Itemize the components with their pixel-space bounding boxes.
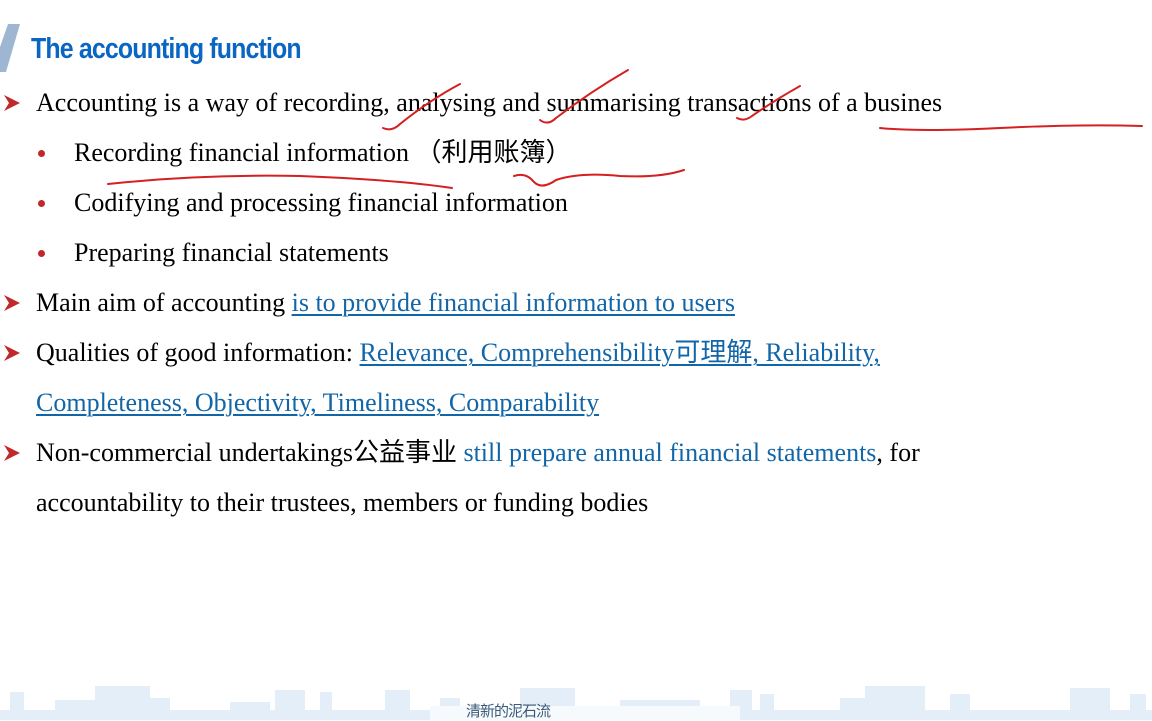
footer-watermark: 清新的泥石流 bbox=[466, 702, 551, 720]
qualities-link-continued[interactable]: Completeness, Objectivity, Timeliness, C… bbox=[36, 388, 599, 417]
bullet-text: , for bbox=[876, 438, 920, 467]
bullet-text: Main aim of accounting bbox=[36, 288, 292, 317]
bullet-accounting-definition: Accounting is a way of recording, analys… bbox=[36, 88, 942, 118]
bullet-text: Accounting is a way of recording, analys… bbox=[36, 88, 943, 117]
underline-annotation bbox=[513, 169, 685, 187]
slide-title: The accounting function bbox=[31, 33, 302, 65]
arrow-bullet-icon bbox=[4, 445, 20, 461]
bullet-qualities: Qualities of good information: Relevance… bbox=[36, 338, 880, 368]
bullet-non-commercial-continuation: accountability to their trustees, member… bbox=[36, 488, 648, 518]
arrow-bullet-icon bbox=[4, 345, 20, 361]
bullet-text: Recording financial information （利用账簿） bbox=[74, 138, 572, 167]
bullet-qualities-continuation: Completeness, Objectivity, Timeliness, C… bbox=[36, 388, 599, 418]
arrow-bullet-icon bbox=[4, 295, 20, 311]
main-aim-link[interactable]: is to provide financial information to u… bbox=[292, 288, 735, 317]
dot-bullet-icon bbox=[38, 200, 45, 207]
bullet-non-commercial: Non-commercial undertakings公益事业 still pr… bbox=[36, 438, 920, 468]
bullet-text: Codifying and processing financial infor… bbox=[74, 188, 568, 217]
qualities-link[interactable]: Relevance, Comprehensibility可理解, Reliabi… bbox=[360, 338, 880, 367]
bullet-text: Qualities of good information: bbox=[36, 338, 360, 367]
sub-bullet-recording: Recording financial information （利用账簿） bbox=[74, 138, 572, 168]
dot-bullet-icon bbox=[38, 250, 45, 257]
underline-annotation bbox=[107, 174, 453, 189]
bullet-text: Non-commercial undertakings公益事业 bbox=[36, 438, 464, 467]
corner-accent-shape bbox=[0, 24, 20, 72]
bullet-main-aim: Main aim of accounting is to provide fin… bbox=[36, 288, 735, 318]
arrow-bullet-icon bbox=[4, 95, 20, 111]
highlighted-text: still prepare annual financial statement… bbox=[463, 438, 877, 467]
bullet-text: accountability to their trustees, member… bbox=[36, 488, 649, 517]
dot-bullet-icon bbox=[38, 150, 45, 157]
skyline-decoration bbox=[0, 686, 1152, 720]
bullet-text: Preparing financial statements bbox=[74, 238, 389, 267]
sub-bullet-preparing: Preparing financial statements bbox=[74, 238, 389, 268]
underline-annotation bbox=[879, 124, 1143, 131]
sub-bullet-codifying: Codifying and processing financial infor… bbox=[74, 188, 568, 218]
